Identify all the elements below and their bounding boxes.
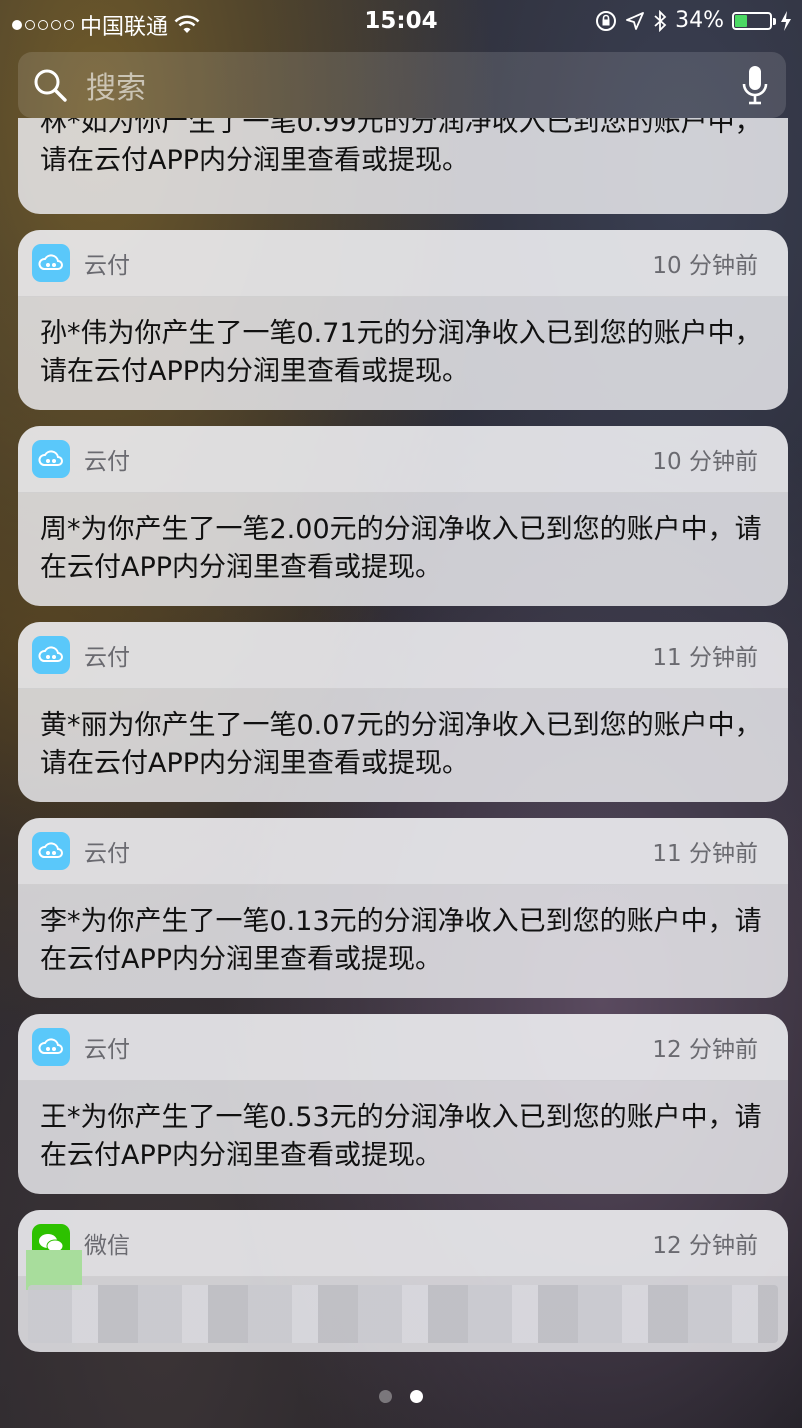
notification-text: 黄*丽为你产生了一笔0.07元的分润净收入已到您的账户中，请在云付APP内分润里… [40, 710, 762, 779]
notification-text: 周*为你产生了一笔2.00元的分润净收入已到您的账户中，请在云付APP内分润里查… [40, 514, 762, 583]
notification-text: 林*如为你产生了一笔0.99元的分润净收入已到您的账户中，请在云付APP内分润里… [40, 118, 762, 176]
search-bar[interactable]: 搜索 [18, 52, 786, 118]
notification-card-wechat[interactable]: 微信 12 分钟前 [18, 1210, 788, 1352]
notification-time: 11 分钟前 [652, 841, 758, 867]
notification-card[interactable]: 云付 10 分钟前 周*为你产生了一笔2.00元的分润净收入已到您的账户中，请在… [18, 426, 788, 606]
yunfu-app-icon [32, 244, 70, 282]
notification-card[interactable]: 云付 10 分钟前 孙*伟为你产生了一笔0.71元的分润净收入已到您的账户中，请… [18, 230, 788, 410]
search-icon [34, 69, 67, 102]
page-dot[interactable] [379, 1390, 392, 1403]
app-name: 云付 [84, 1037, 130, 1063]
orientation-lock-icon [596, 10, 617, 31]
battery-icon [732, 11, 776, 30]
page-indicator[interactable] [0, 1390, 802, 1403]
blurred-region [26, 1250, 82, 1290]
microphone-icon[interactable] [740, 64, 770, 106]
notification-card[interactable]: 云付 12 分钟前 王*为你产生了一笔0.53元的分润净收入已到您的账户中，请在… [18, 1014, 788, 1194]
notification-header: 微信 12 分钟前 [18, 1210, 788, 1277]
notification-time: 12 分钟前 [652, 1233, 758, 1259]
yunfu-app-icon [32, 636, 70, 674]
notification-time: 10 分钟前 [652, 253, 758, 279]
battery-percent: 34% [675, 8, 724, 33]
notification-time: 10 分钟前 [652, 449, 758, 475]
page-dot-active[interactable] [410, 1390, 423, 1403]
notification-header: 云付 10 分钟前 [18, 230, 788, 297]
app-name: 云付 [84, 645, 130, 671]
notification-header: 云付 11 分钟前 [18, 622, 788, 689]
blurred-message [28, 1285, 778, 1343]
notification-text: 王*为你产生了一笔0.53元的分润净收入已到您的账户中，请在云付APP内分润里查… [40, 1102, 762, 1171]
app-name: 微信 [84, 1233, 130, 1259]
bluetooth-icon [654, 9, 667, 32]
app-name: 云付 [84, 449, 130, 475]
notification-text: 李*为你产生了一笔0.13元的分润净收入已到您的账户中，请在云付APP内分润里查… [40, 906, 762, 975]
notification-text: 孙*伟为你产生了一笔0.71元的分润净收入已到您的账户中，请在云付APP内分润里… [40, 318, 762, 387]
search-placeholder: 搜索 [86, 71, 146, 106]
notification-header: 云付 12 分钟前 [18, 1014, 788, 1081]
status-bar: 中国联通 15:04 34% [0, 0, 802, 44]
notification-header: 云付 11 分钟前 [18, 818, 788, 885]
notification-time: 12 分钟前 [652, 1037, 758, 1063]
notification-time: 11 分钟前 [652, 645, 758, 671]
location-icon [626, 11, 644, 30]
notification-card[interactable]: 云付 11 分钟前 李*为你产生了一笔0.13元的分润净收入已到您的账户中，请在… [18, 818, 788, 998]
charging-icon [781, 10, 791, 31]
app-name: 云付 [84, 253, 130, 279]
app-name: 云付 [84, 841, 130, 867]
notification-header: 云付 10 分钟前 [18, 426, 788, 493]
notification-card[interactable]: 云付 11 分钟前 黄*丽为你产生了一笔0.07元的分润净收入已到您的账户中，请… [18, 622, 788, 802]
yunfu-app-icon [32, 832, 70, 870]
notification-card[interactable]: 林*如为你产生了一笔0.99元的分润净收入已到您的账户中，请在云付APP内分润里… [18, 118, 788, 214]
yunfu-app-icon [32, 1028, 70, 1066]
yunfu-app-icon [32, 440, 70, 478]
